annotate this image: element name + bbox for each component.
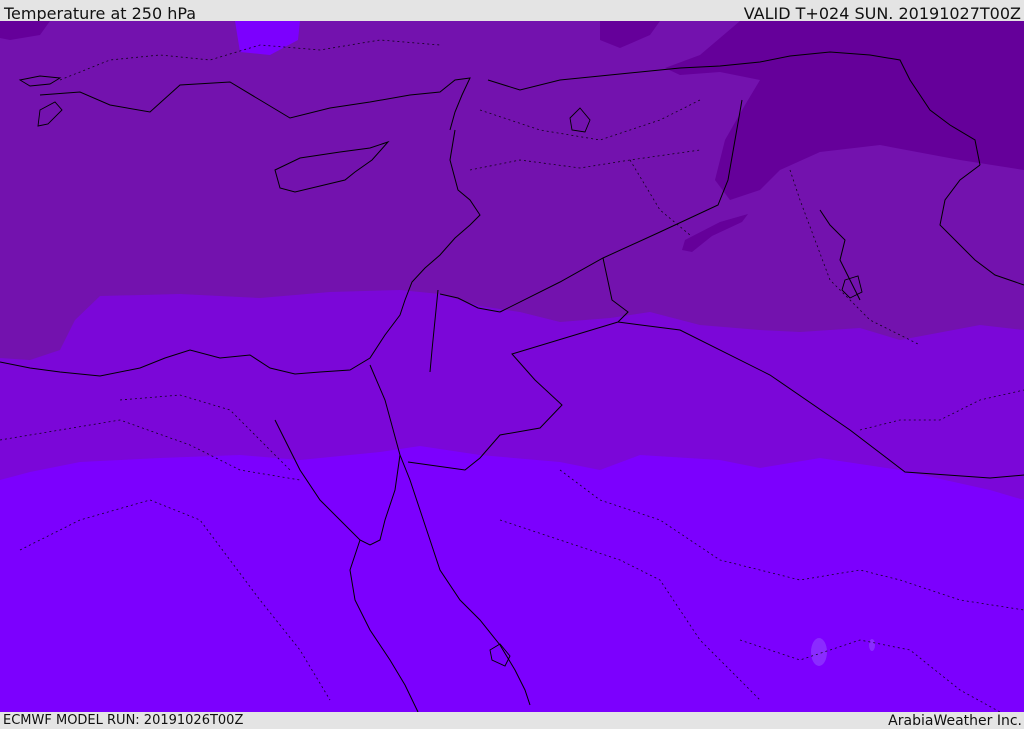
credit-label: ArabiaWeather Inc. bbox=[888, 713, 1022, 729]
header-bar: Temperature at 250 hPa VALID T+024 SUN. … bbox=[0, 0, 1024, 23]
temp-patch-lightest bbox=[811, 638, 827, 666]
weather-map-frame: Temperature at 250 hPa VALID T+024 SUN. … bbox=[0, 0, 1024, 729]
temp-patch-lightest-2 bbox=[869, 639, 875, 651]
temperature-map[interactable] bbox=[0, 21, 1024, 712]
footer-bar: ECMWF MODEL RUN: 20191026T00Z ArabiaWeat… bbox=[0, 712, 1024, 729]
model-run-label: ECMWF MODEL RUN: 20191026T00Z bbox=[3, 713, 244, 728]
